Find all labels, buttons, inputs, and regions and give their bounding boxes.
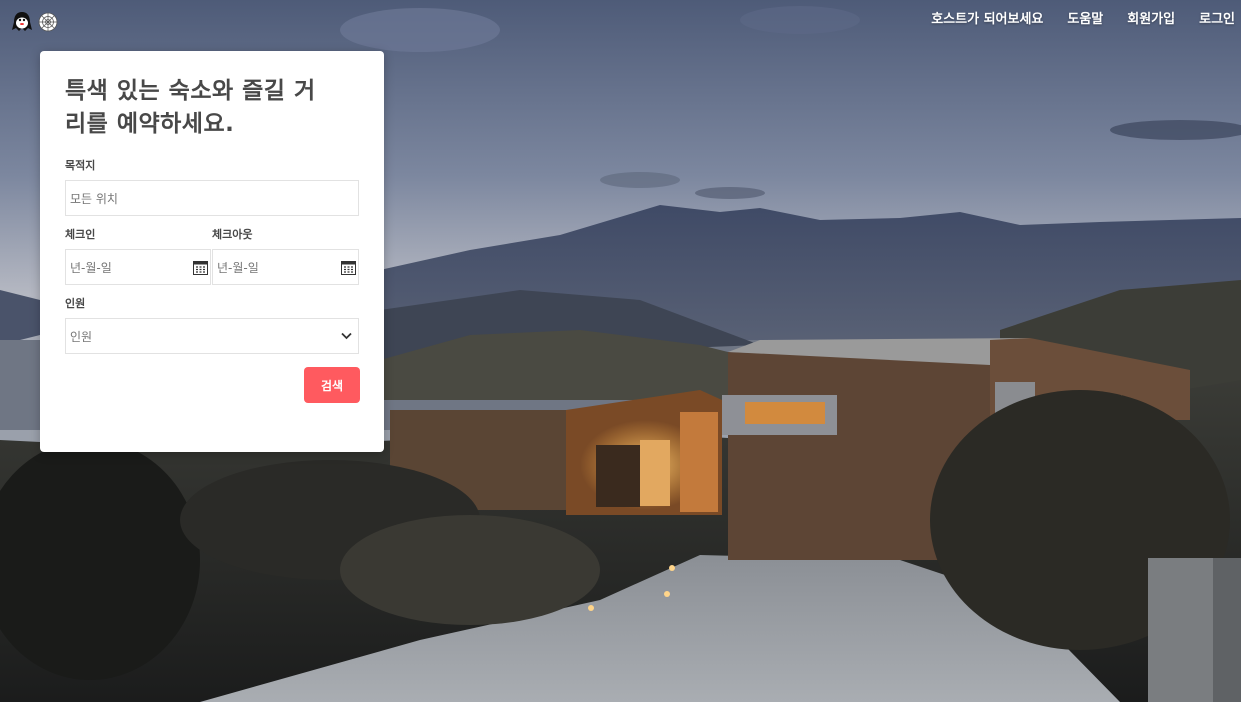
checkout-placeholder: 년-월-일 [217, 260, 259, 275]
search-headline: 특색 있는 숙소와 즐길 거리를 예약하세요. [65, 78, 316, 137]
checkin-placeholder: 년-월-일 [70, 260, 112, 275]
nav-signup[interactable]: 회원가입 [1127, 8, 1175, 27]
checkin-date-input[interactable]: 년-월-일 [65, 249, 211, 285]
site-logo[interactable] [10, 10, 58, 34]
nav-become-host[interactable]: 호스트가 되어보세요 [931, 8, 1043, 27]
destination-label: 목적지 [65, 159, 96, 172]
spiderweb-logo-icon [38, 12, 58, 32]
destination-input[interactable]: 모든 위치 [65, 180, 359, 216]
nav-login[interactable]: 로그인 [1199, 8, 1235, 27]
ghost-logo-icon [12, 12, 32, 31]
nav-help[interactable]: 도움말 [1067, 8, 1103, 27]
checkout-date-input[interactable]: 년-월-일 [212, 249, 359, 285]
search-button[interactable]: 검색 [304, 367, 360, 403]
hero-background: 호스트가 되어보세요 도움말 회원가입 로그인 특색 있는 숙소와 즐길 거리를… [0, 0, 1241, 702]
checkin-label: 체크인 [65, 228, 96, 241]
destination-placeholder: 모든 위치 [70, 191, 118, 206]
search-card: 특색 있는 숙소와 즐길 거리를 예약하세요. 목적지 모든 위치 체크인 년-… [40, 51, 384, 452]
guests-selected-value: 인원 [70, 329, 93, 344]
calendar-icon[interactable] [341, 260, 356, 275]
calendar-icon[interactable] [193, 260, 208, 275]
chevron-down-icon [341, 332, 352, 340]
guests-select[interactable]: 인원 [65, 318, 359, 354]
top-nav: 호스트가 되어보세요 도움말 회원가입 로그인 [931, 8, 1235, 27]
guests-label: 인원 [65, 297, 86, 310]
checkout-label: 체크아웃 [212, 228, 253, 241]
